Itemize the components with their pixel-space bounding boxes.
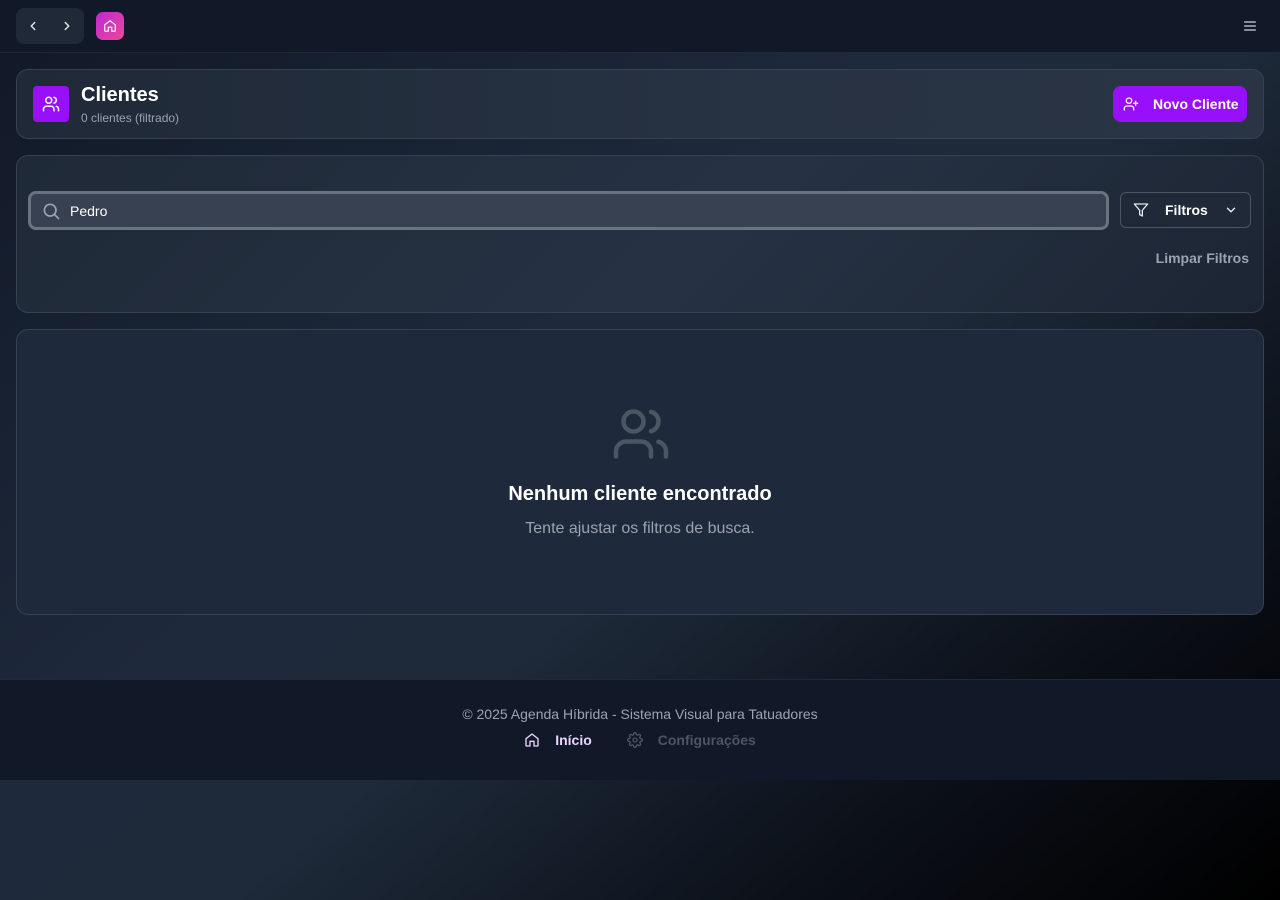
footer-link-inicio[interactable]: Início	[524, 732, 592, 748]
users-icon	[42, 96, 60, 112]
footer-link-label: Início	[555, 732, 592, 748]
chevron-right-icon	[64, 21, 70, 31]
user-plus-icon	[1123, 96, 1139, 112]
filters-button[interactable]: Filtros	[1120, 192, 1251, 228]
footer-link-label: Configurações	[657, 732, 756, 748]
client-count: 0 clientes (filtrado)	[81, 111, 180, 125]
empty-state-title: Nenhum cliente encontrado	[508, 483, 772, 505]
home-button[interactable]	[96, 12, 124, 40]
footer: © 2025 Agenda Híbrida - Sistema Visual p…	[0, 679, 1280, 780]
clear-filters-button[interactable]: Limpar Filtros	[1139, 250, 1249, 272]
funnel-icon	[1133, 202, 1149, 218]
chevron-down-icon	[1224, 203, 1238, 217]
new-client-button[interactable]: Novo Cliente	[1113, 86, 1247, 122]
menu-button[interactable]	[1238, 14, 1262, 38]
copyright-text: © 2025 Agenda Híbrida - Sistema Visual p…	[462, 706, 818, 722]
page-title: Clientes	[81, 84, 159, 106]
hamburger-menu-icon	[1244, 21, 1256, 31]
search-box	[28, 191, 1109, 230]
search-icon	[41, 201, 61, 221]
history-nav	[16, 8, 84, 44]
home-icon	[524, 732, 540, 748]
top-bar	[0, 0, 1280, 53]
home-icon	[104, 20, 116, 32]
users-icon	[613, 409, 669, 459]
filter-panel: Filtros Limpar Filtros	[16, 155, 1264, 313]
filters-label: Filtros	[1165, 202, 1208, 218]
forward-button[interactable]	[50, 8, 84, 44]
header-icon-badge	[33, 86, 69, 122]
gear-icon	[626, 732, 643, 748]
chevron-left-icon	[30, 21, 36, 31]
page-header: Clientes 0 clientes (filtrado) Novo Clie…	[16, 69, 1264, 139]
results-panel: Nenhum cliente encontrado Tente ajustar …	[16, 329, 1264, 615]
back-button[interactable]	[16, 8, 50, 44]
footer-link-configuracoes[interactable]: Configurações	[626, 732, 756, 748]
new-client-label: Novo Cliente	[1153, 96, 1239, 112]
search-input[interactable]	[70, 195, 1106, 226]
empty-state-message: Tente ajustar os filtros de busca.	[525, 520, 755, 537]
footer-nav: Início Configurações	[0, 732, 1280, 748]
